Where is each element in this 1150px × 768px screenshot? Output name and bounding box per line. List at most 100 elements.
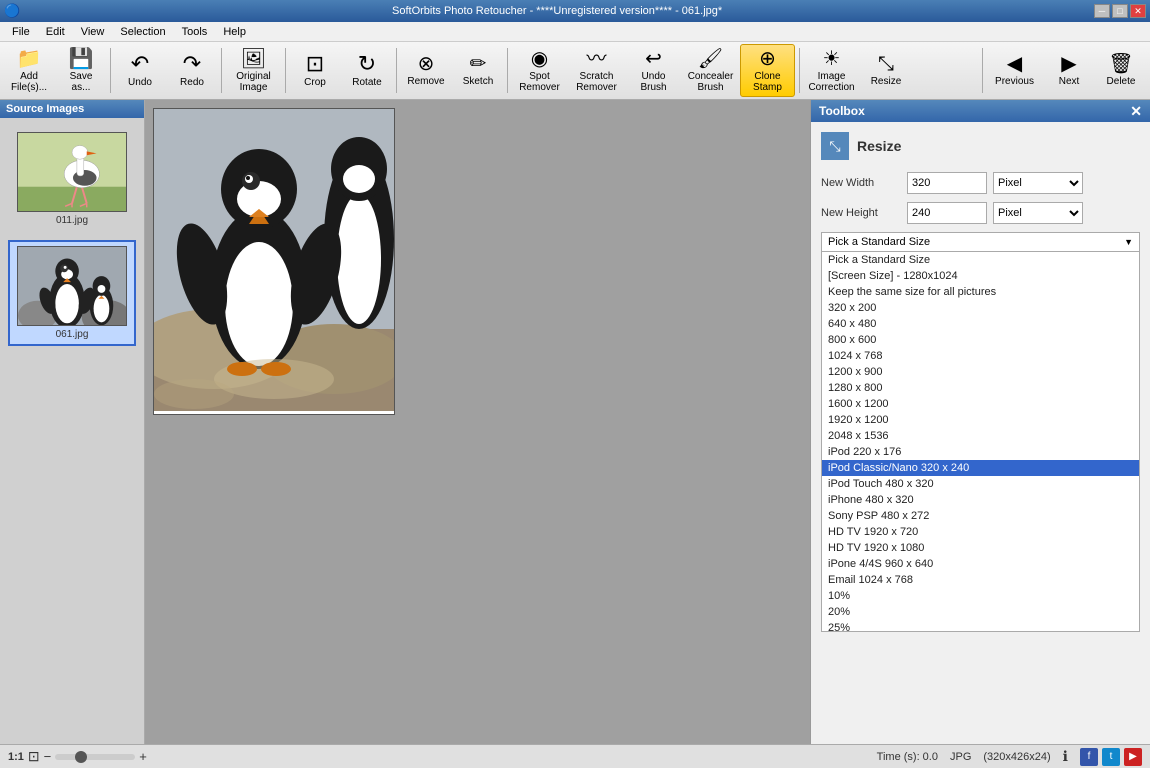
width-unit-select[interactable]: Pixel Percent [993, 172, 1083, 194]
size-option-ipodclassic[interactable]: iPod Classic/Nano 320 x 240 [822, 460, 1139, 476]
size-option-keep[interactable]: Keep the same size for all pictures [822, 284, 1139, 300]
size-option-1600x1200[interactable]: 1600 x 1200 [822, 396, 1139, 412]
size-option-hdtv720[interactable]: HD TV 1920 x 720 [822, 524, 1139, 540]
toolbox-content: ⤡ Resize New Width Pixel Percent New Hei… [811, 122, 1150, 744]
std-size-header[interactable]: Pick a Standard Size ▼ [821, 232, 1140, 252]
toolbox-header-title: Toolbox [819, 104, 865, 118]
close-button[interactable]: ✕ [1130, 4, 1146, 18]
image-011-label: 011.jpg [56, 215, 88, 226]
size-option-640x480[interactable]: 640 x 480 [822, 316, 1139, 332]
zoom-slider[interactable] [55, 754, 135, 760]
spot-remover-icon: ◉ [531, 49, 548, 69]
app-icon: 🔵 [4, 3, 20, 19]
resize-button[interactable]: ⤡ Resize [861, 44, 911, 97]
size-option-ipodtouch[interactable]: iPod Touch 480 x 320 [822, 476, 1139, 492]
remove-button[interactable]: ⊗ Remove [401, 44, 451, 97]
zoom-out-button[interactable]: − [44, 749, 52, 764]
size-option-1024x768[interactable]: 1024 x 768 [822, 348, 1139, 364]
image-thumb-061[interactable]: 061.jpg [8, 240, 136, 346]
facebook-icon[interactable]: f [1080, 748, 1098, 766]
size-option-hdtv1080[interactable]: HD TV 1920 x 1080 [822, 540, 1139, 556]
new-width-label: New Width [821, 177, 901, 189]
next-button[interactable]: ▶ Next [1044, 44, 1094, 97]
rotate-button[interactable]: ↻ Rotate [342, 44, 392, 97]
image-thumb-011[interactable]: 011.jpg [8, 126, 136, 232]
undo-brush-icon: ↩ [645, 49, 662, 69]
canvas-image [153, 108, 395, 415]
toolbox-panel: Toolbox ✕ ⤡ Resize New Width Pixel Perce… [810, 100, 1150, 744]
sketch-button[interactable]: ✏ Sketch [453, 44, 503, 97]
delete-button[interactable]: 🗑 Delete [1096, 44, 1146, 97]
toolbox-close-button[interactable]: ✕ [1130, 104, 1142, 118]
menu-view[interactable]: View [73, 24, 113, 40]
save-as-button[interactable]: 💾 Saveas... [56, 44, 106, 97]
menu-selection[interactable]: Selection [112, 24, 173, 40]
clone-stamp-button[interactable]: ⊕ CloneStamp [740, 44, 795, 97]
size-option-1280x800[interactable]: 1280 x 800 [822, 380, 1139, 396]
size-option-20pct[interactable]: 20% [822, 604, 1139, 620]
new-width-input[interactable] [907, 172, 987, 194]
redo-button[interactable]: ↷ Redo [167, 44, 217, 97]
undo-brush-button[interactable]: ↩ UndoBrush [626, 44, 681, 97]
fit-view-icon[interactable]: ⊡ [28, 748, 40, 765]
image-correction-button[interactable]: ☀ ImageCorrection [804, 44, 859, 97]
concealer-brush-button[interactable]: 🖌 ConcealerBrush [683, 44, 738, 97]
minimize-button[interactable]: ─ [1094, 4, 1110, 18]
previous-icon: ◀ [1007, 54, 1022, 74]
spot-remover-button[interactable]: ◉ SpotRemover [512, 44, 567, 97]
zoom-in-button[interactable]: + [139, 749, 147, 764]
size-option-iphone[interactable]: iPhone 480 x 320 [822, 492, 1139, 508]
size-option-iphone4[interactable]: iPone 4/4S 960 x 640 [822, 556, 1139, 572]
size-option-1200x900[interactable]: 1200 x 900 [822, 364, 1139, 380]
penguin-thumbnail-svg [18, 246, 126, 326]
size-option-320x200[interactable]: 320 x 200 [822, 300, 1139, 316]
separator-4 [396, 48, 397, 93]
toolbox-header: Toolbox ✕ [811, 100, 1150, 122]
main-area: Source Images [0, 100, 1150, 744]
menu-help[interactable]: Help [215, 24, 254, 40]
new-height-input[interactable] [907, 202, 987, 224]
previous-button[interactable]: ◀ Previous [987, 44, 1042, 97]
maximize-button[interactable]: □ [1112, 4, 1128, 18]
info-icon[interactable]: ℹ [1063, 748, 1068, 765]
canvas-area[interactable] [145, 100, 810, 744]
size-option-psp[interactable]: Sony PSP 480 x 272 [822, 508, 1139, 524]
size-option-1920x1200[interactable]: 1920 x 1200 [822, 412, 1139, 428]
std-size-list[interactable]: Pick a Standard Size [Screen Size] - 128… [821, 252, 1140, 632]
zoom-level: 1:1 [8, 751, 24, 763]
menu-edit[interactable]: Edit [38, 24, 73, 40]
size-option-ipod220[interactable]: iPod 220 x 176 [822, 444, 1139, 460]
stork-thumbnail-svg [18, 132, 126, 212]
undo-icon: ↶ [131, 53, 149, 75]
size-option-email[interactable]: Email 1024 x 768 [822, 572, 1139, 588]
size-option-pick[interactable]: Pick a Standard Size [822, 252, 1139, 268]
menu-file[interactable]: File [4, 24, 38, 40]
size-option-screen[interactable]: [Screen Size] - 1280x1024 [822, 268, 1139, 284]
separator-5 [507, 48, 508, 93]
size-option-10pct[interactable]: 10% [822, 588, 1139, 604]
dimensions-label: (320x426x24) [983, 751, 1050, 763]
youtube-icon[interactable]: ▶ [1124, 748, 1142, 766]
twitter-icon[interactable]: t [1102, 748, 1120, 766]
size-option-2048x1536[interactable]: 2048 x 1536 [822, 428, 1139, 444]
toolbar: 📁 AddFile(s)... 💾 Saveas... ↶ Undo ↷ Red… [0, 42, 1150, 100]
redo-icon: ↷ [183, 53, 201, 75]
scratch-remover-button[interactable]: 〰 ScratchRemover [569, 44, 624, 97]
std-size-current: Pick a Standard Size [828, 236, 930, 248]
crop-button[interactable]: ⊡ Crop [290, 44, 340, 97]
size-option-800x600[interactable]: 800 x 600 [822, 332, 1139, 348]
clone-stamp-icon: ⊕ [759, 49, 776, 69]
separator-right [982, 48, 983, 93]
undo-button[interactable]: ↶ Undo [115, 44, 165, 97]
toolbox-tool-title: Resize [857, 138, 901, 154]
size-option-25pct[interactable]: 25% [822, 620, 1139, 632]
separator-6 [799, 48, 800, 93]
statusbar-right: Time (s): 0.0 JPG (320x426x24) ℹ f t ▶ [877, 748, 1142, 766]
dropdown-arrow-icon: ▼ [1124, 237, 1133, 247]
height-unit-select[interactable]: Pixel Percent [993, 202, 1083, 224]
add-files-button[interactable]: 📁 AddFile(s)... [4, 44, 54, 97]
original-image-button[interactable]: 🖼 OriginalImage [226, 44, 281, 97]
zoom-thumb [75, 751, 87, 763]
image-thumb-box-011 [17, 132, 127, 212]
menu-tools[interactable]: Tools [174, 24, 216, 40]
